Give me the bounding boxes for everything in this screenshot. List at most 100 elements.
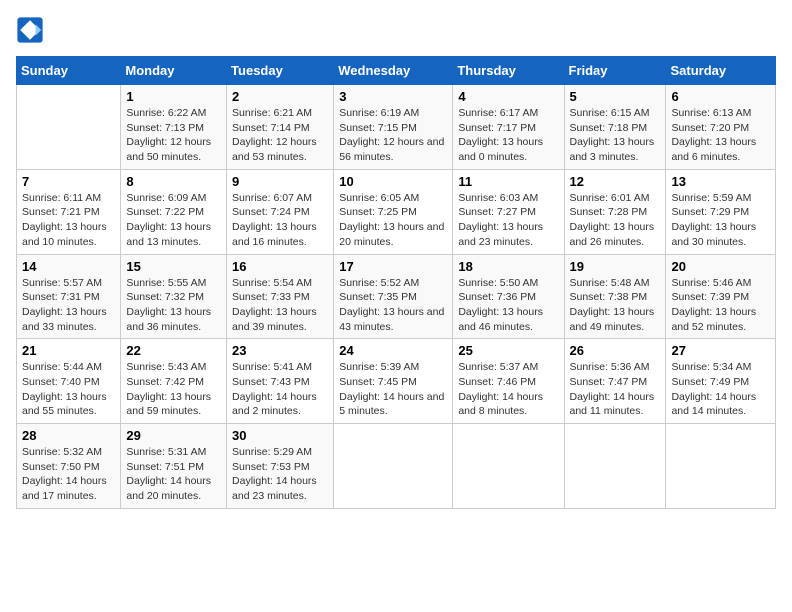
day-info: Sunrise: 5:46 AM Sunset: 7:39 PM Dayligh…: [671, 276, 770, 335]
day-cell: 18 Sunrise: 5:50 AM Sunset: 7:36 PM Dayl…: [453, 254, 564, 339]
day-cell: 2 Sunrise: 6:21 AM Sunset: 7:14 PM Dayli…: [227, 85, 334, 170]
week-row-5: 28 Sunrise: 5:32 AM Sunset: 7:50 PM Dayl…: [17, 424, 776, 509]
day-number: 10: [339, 174, 447, 189]
day-cell: 12 Sunrise: 6:01 AM Sunset: 7:28 PM Dayl…: [564, 169, 666, 254]
day-info: Sunrise: 6:11 AM Sunset: 7:21 PM Dayligh…: [22, 191, 115, 250]
day-number: 17: [339, 259, 447, 274]
day-info: Sunrise: 6:01 AM Sunset: 7:28 PM Dayligh…: [570, 191, 661, 250]
day-cell: 17 Sunrise: 5:52 AM Sunset: 7:35 PM Dayl…: [334, 254, 453, 339]
day-cell: 1 Sunrise: 6:22 AM Sunset: 7:13 PM Dayli…: [121, 85, 227, 170]
day-cell: 20 Sunrise: 5:46 AM Sunset: 7:39 PM Dayl…: [666, 254, 776, 339]
day-number: 13: [671, 174, 770, 189]
day-number: 25: [458, 343, 558, 358]
day-number: 12: [570, 174, 661, 189]
day-number: 23: [232, 343, 328, 358]
day-info: Sunrise: 6:09 AM Sunset: 7:22 PM Dayligh…: [126, 191, 221, 250]
day-info: Sunrise: 5:55 AM Sunset: 7:32 PM Dayligh…: [126, 276, 221, 335]
weekday-header-friday: Friday: [564, 57, 666, 85]
day-cell: 3 Sunrise: 6:19 AM Sunset: 7:15 PM Dayli…: [334, 85, 453, 170]
day-info: Sunrise: 6:17 AM Sunset: 7:17 PM Dayligh…: [458, 106, 558, 165]
day-info: Sunrise: 6:13 AM Sunset: 7:20 PM Dayligh…: [671, 106, 770, 165]
day-number: 27: [671, 343, 770, 358]
day-cell: 24 Sunrise: 5:39 AM Sunset: 7:45 PM Dayl…: [334, 339, 453, 424]
day-info: Sunrise: 5:36 AM Sunset: 7:47 PM Dayligh…: [570, 360, 661, 419]
day-cell: 7 Sunrise: 6:11 AM Sunset: 7:21 PM Dayli…: [17, 169, 121, 254]
day-number: 29: [126, 428, 221, 443]
day-number: 8: [126, 174, 221, 189]
day-number: 21: [22, 343, 115, 358]
week-row-1: 1 Sunrise: 6:22 AM Sunset: 7:13 PM Dayli…: [17, 85, 776, 170]
day-info: Sunrise: 6:19 AM Sunset: 7:15 PM Dayligh…: [339, 106, 447, 165]
weekday-header-thursday: Thursday: [453, 57, 564, 85]
day-info: Sunrise: 6:15 AM Sunset: 7:18 PM Dayligh…: [570, 106, 661, 165]
day-cell: 19 Sunrise: 5:48 AM Sunset: 7:38 PM Dayl…: [564, 254, 666, 339]
day-cell: 15 Sunrise: 5:55 AM Sunset: 7:32 PM Dayl…: [121, 254, 227, 339]
day-cell: 23 Sunrise: 5:41 AM Sunset: 7:43 PM Dayl…: [227, 339, 334, 424]
weekday-header-monday: Monday: [121, 57, 227, 85]
day-info: Sunrise: 6:22 AM Sunset: 7:13 PM Dayligh…: [126, 106, 221, 165]
day-info: Sunrise: 6:03 AM Sunset: 7:27 PM Dayligh…: [458, 191, 558, 250]
day-info: Sunrise: 5:31 AM Sunset: 7:51 PM Dayligh…: [126, 445, 221, 504]
day-info: Sunrise: 5:29 AM Sunset: 7:53 PM Dayligh…: [232, 445, 328, 504]
day-cell: [17, 85, 121, 170]
logo-icon: [16, 16, 44, 44]
day-number: 20: [671, 259, 770, 274]
day-info: Sunrise: 5:39 AM Sunset: 7:45 PM Dayligh…: [339, 360, 447, 419]
calendar-table: SundayMondayTuesdayWednesdayThursdayFrid…: [16, 56, 776, 509]
day-info: Sunrise: 5:54 AM Sunset: 7:33 PM Dayligh…: [232, 276, 328, 335]
day-number: 14: [22, 259, 115, 274]
day-info: Sunrise: 6:07 AM Sunset: 7:24 PM Dayligh…: [232, 191, 328, 250]
day-info: Sunrise: 5:48 AM Sunset: 7:38 PM Dayligh…: [570, 276, 661, 335]
day-cell: 29 Sunrise: 5:31 AM Sunset: 7:51 PM Dayl…: [121, 424, 227, 509]
day-info: Sunrise: 5:43 AM Sunset: 7:42 PM Dayligh…: [126, 360, 221, 419]
day-info: Sunrise: 5:44 AM Sunset: 7:40 PM Dayligh…: [22, 360, 115, 419]
day-number: 11: [458, 174, 558, 189]
day-info: Sunrise: 5:59 AM Sunset: 7:29 PM Dayligh…: [671, 191, 770, 250]
day-cell: 27 Sunrise: 5:34 AM Sunset: 7:49 PM Dayl…: [666, 339, 776, 424]
day-cell: 8 Sunrise: 6:09 AM Sunset: 7:22 PM Dayli…: [121, 169, 227, 254]
week-row-2: 7 Sunrise: 6:11 AM Sunset: 7:21 PM Dayli…: [17, 169, 776, 254]
day-number: 6: [671, 89, 770, 104]
day-number: 4: [458, 89, 558, 104]
day-number: 24: [339, 343, 447, 358]
day-number: 22: [126, 343, 221, 358]
day-number: 18: [458, 259, 558, 274]
weekday-header-saturday: Saturday: [666, 57, 776, 85]
day-cell: [666, 424, 776, 509]
week-row-4: 21 Sunrise: 5:44 AM Sunset: 7:40 PM Dayl…: [17, 339, 776, 424]
day-cell: [334, 424, 453, 509]
day-cell: [564, 424, 666, 509]
day-cell: 21 Sunrise: 5:44 AM Sunset: 7:40 PM Dayl…: [17, 339, 121, 424]
day-number: 19: [570, 259, 661, 274]
day-cell: 22 Sunrise: 5:43 AM Sunset: 7:42 PM Dayl…: [121, 339, 227, 424]
weekday-header-row: SundayMondayTuesdayWednesdayThursdayFrid…: [17, 57, 776, 85]
day-number: 26: [570, 343, 661, 358]
weekday-header-sunday: Sunday: [17, 57, 121, 85]
day-number: 1: [126, 89, 221, 104]
day-number: 2: [232, 89, 328, 104]
week-row-3: 14 Sunrise: 5:57 AM Sunset: 7:31 PM Dayl…: [17, 254, 776, 339]
day-number: 5: [570, 89, 661, 104]
day-cell: 26 Sunrise: 5:36 AM Sunset: 7:47 PM Dayl…: [564, 339, 666, 424]
day-cell: 25 Sunrise: 5:37 AM Sunset: 7:46 PM Dayl…: [453, 339, 564, 424]
page-header: [16, 16, 776, 44]
day-info: Sunrise: 5:57 AM Sunset: 7:31 PM Dayligh…: [22, 276, 115, 335]
day-info: Sunrise: 5:32 AM Sunset: 7:50 PM Dayligh…: [22, 445, 115, 504]
day-info: Sunrise: 5:41 AM Sunset: 7:43 PM Dayligh…: [232, 360, 328, 419]
day-info: Sunrise: 5:37 AM Sunset: 7:46 PM Dayligh…: [458, 360, 558, 419]
day-cell: 10 Sunrise: 6:05 AM Sunset: 7:25 PM Dayl…: [334, 169, 453, 254]
day-cell: 6 Sunrise: 6:13 AM Sunset: 7:20 PM Dayli…: [666, 85, 776, 170]
day-cell: 28 Sunrise: 5:32 AM Sunset: 7:50 PM Dayl…: [17, 424, 121, 509]
weekday-header-wednesday: Wednesday: [334, 57, 453, 85]
day-info: Sunrise: 5:50 AM Sunset: 7:36 PM Dayligh…: [458, 276, 558, 335]
day-cell: 13 Sunrise: 5:59 AM Sunset: 7:29 PM Dayl…: [666, 169, 776, 254]
day-cell: 9 Sunrise: 6:07 AM Sunset: 7:24 PM Dayli…: [227, 169, 334, 254]
day-cell: 5 Sunrise: 6:15 AM Sunset: 7:18 PM Dayli…: [564, 85, 666, 170]
day-cell: 11 Sunrise: 6:03 AM Sunset: 7:27 PM Dayl…: [453, 169, 564, 254]
day-info: Sunrise: 6:21 AM Sunset: 7:14 PM Dayligh…: [232, 106, 328, 165]
day-number: 15: [126, 259, 221, 274]
weekday-header-tuesday: Tuesday: [227, 57, 334, 85]
day-number: 28: [22, 428, 115, 443]
day-number: 3: [339, 89, 447, 104]
day-cell: 4 Sunrise: 6:17 AM Sunset: 7:17 PM Dayli…: [453, 85, 564, 170]
